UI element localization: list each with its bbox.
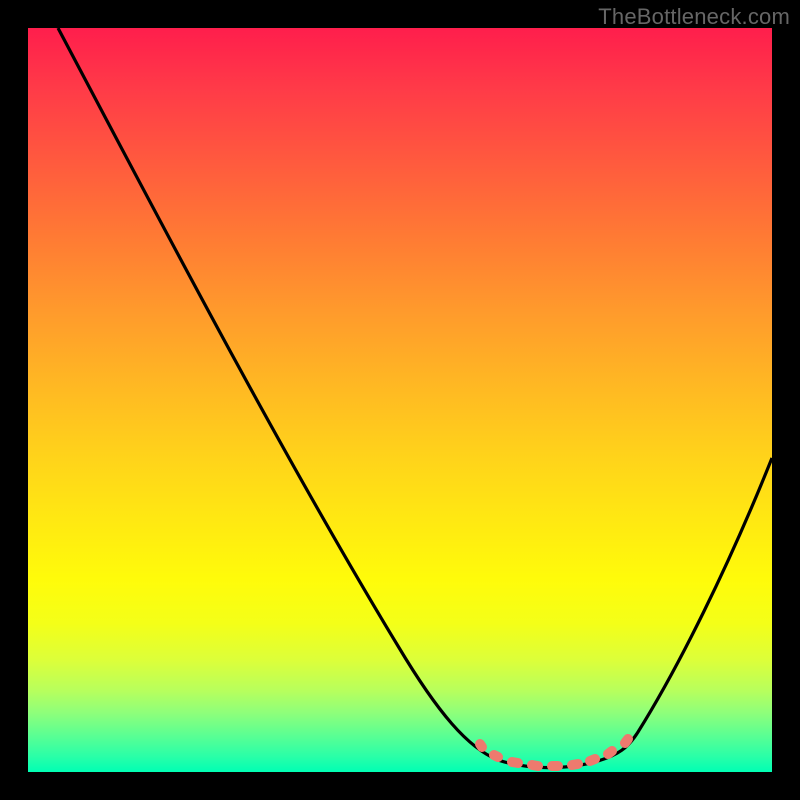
plot-area: [28, 28, 772, 772]
curve-layer: [28, 28, 772, 772]
chart-container: TheBottleneck.com: [0, 0, 800, 800]
watermark-text: TheBottleneck.com: [598, 4, 790, 30]
bottleneck-curve: [58, 28, 772, 768]
